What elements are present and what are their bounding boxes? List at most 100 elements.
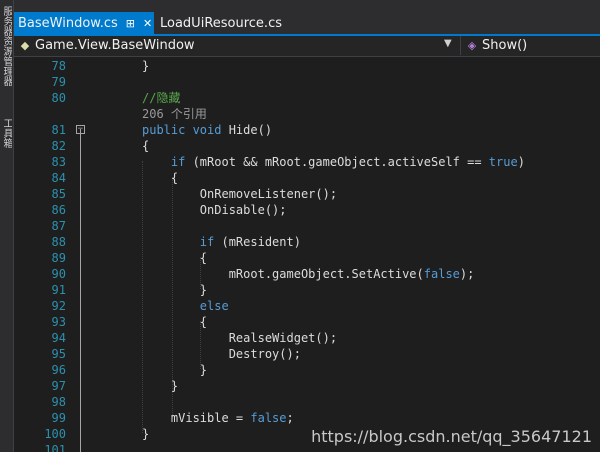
pin-icon[interactable]: ⊞ [126,17,135,30]
tab-basewindow-label: BaseWindow.cs [18,15,118,31]
code-token: (mResident) [214,235,301,249]
keyword-token: if [142,235,215,249]
line-number: 89 [51,251,66,265]
tab-loaduiresource-label: LoadUiResource.cs [160,15,282,31]
code-token: (mRoot && mRoot.gameObject.activeSelf == [185,155,489,169]
line-number: 95 [51,347,66,361]
code-text: Destroy(); [142,347,301,361]
line-number: 98 [51,395,66,409]
code-text: if (mResident) [142,234,301,250]
code-line: 86 OnDisable(); [14,202,600,218]
class-dropdown[interactable]: ◆ Game.View.BaseWindow ▼ [14,36,458,55]
code-text: mVisible = false; [142,410,294,426]
code-text: } [142,379,179,393]
code-line: 96 } [14,362,600,378]
code-text: OnRemoveListener(); [142,187,338,201]
code-text: else [142,298,229,314]
code-token: ) [517,155,525,169]
keyword-token: false [250,411,287,425]
code-comment: //隐藏 [142,91,181,105]
code-line: 78} [14,58,600,74]
keyword-token: if [142,155,186,169]
line-number: 83 [51,155,66,169]
line-number: 87 [51,219,66,233]
code-line: 99 mVisible = false; [14,410,600,426]
line-number: 99 [51,411,66,425]
member-dropdown[interactable]: ◈ Show() [460,36,600,55]
line-number: 92 [51,299,66,313]
code-text: { [142,171,179,185]
line-number: 101 [44,443,66,452]
line-number: 88 [51,235,66,249]
reference-count-line: 206 个引用 [14,106,600,122]
code-text: { [142,315,208,329]
reference-count: 206 个引用 [142,107,207,121]
code-line: 93 { [14,314,600,330]
line-number: 82 [51,139,66,153]
server-explorer-tab[interactable]: 服务器资源管理器 [1,6,12,98]
code-line: 95 Destroy(); [14,346,600,362]
keyword-token: else [142,299,229,313]
code-line: 97 } [14,378,600,394]
code-token: mVisible = [142,411,251,425]
line-number: 94 [51,331,66,345]
keyword-token: false [423,267,460,281]
tab-basewindow[interactable]: BaseWindow.cs ⊞ ✕ [14,12,154,34]
code-line: 82 { [14,138,600,154]
code-text: OnDisable(); [142,203,287,217]
code-text: { [142,251,208,265]
keyword-token: public void [142,123,222,137]
line-number: 90 [51,267,66,281]
code-token: mRoot.gameObject.SetActive( [142,267,424,281]
member-name: Show() [482,38,528,53]
line-number: 81 [51,123,66,137]
line-number: 91 [51,283,66,297]
code-editor[interactable]: 78} 79 80//隐藏 206 个引用 81− public void Hide() 8… [14,57,600,452]
code-line: 83 if (mRoot && mRoot.gameObject.activeS… [14,154,600,170]
line-number: 100 [44,427,66,441]
code-line: 98 [14,394,600,410]
line-number: 97 [51,379,66,393]
code-line: 88 if (mResident) [14,234,600,250]
line-number: 79 [51,75,66,89]
code-line: 85 OnRemoveListener(); [14,186,600,202]
code-line: 90 mRoot.gameObject.SetActive(false); [14,266,600,282]
code-line: 91 } [14,282,600,298]
close-icon[interactable]: ✕ [143,17,152,30]
code-text: } [142,363,208,377]
side-tool-strip: 服务器资源管理器 工具箱 [0,0,14,452]
navigation-bar: ◆ Game.View.BaseWindow ▼ ◈ Show() [14,36,600,57]
class-icon: ◆ [20,39,30,52]
code-text: mRoot.gameObject.SetActive(false); [142,266,475,282]
code-line: 94 RealseWidget(); [14,330,600,346]
line-number: 80 [51,91,66,105]
code-token: ); [459,267,475,281]
chevron-down-icon[interactable]: ▼ [444,38,452,49]
tab-loaduiresource[interactable]: LoadUiResource.cs [156,12,282,34]
code-line: 81 − public void Hide() [14,122,600,138]
code-line: 87 [14,218,600,234]
code-text: } [142,427,150,441]
line-number: 78 [51,59,66,73]
class-path: Game.View.BaseWindow [35,38,195,53]
line-number: 86 [51,203,66,217]
line-number: 93 [51,315,66,329]
collapse-toggle-icon[interactable]: − [76,125,85,134]
code-text: } [142,283,208,297]
line-number: 84 [51,171,66,185]
title-gap [14,0,600,12]
code-token: ; [286,411,294,425]
code-line: 80 //隐藏 [14,90,600,106]
method-icon: ◈ [467,39,477,52]
document-tab-bar: BaseWindow.cs ⊞ ✕ LoadUiResource.cs [14,12,600,34]
code-line: 89 { [14,250,600,266]
line-number: 96 [51,363,66,377]
code-line: 92 else [14,298,600,314]
line-number: 85 [51,187,66,201]
code-text: if (mRoot && mRoot.gameObject.activeSelf… [142,154,525,170]
code-text: } [142,59,150,73]
code-line: 79 [14,74,600,90]
toolbox-tab[interactable]: 工具箱 [1,118,12,158]
code-text: RealseWidget(); [142,331,338,345]
code-token: Hide() [221,123,273,137]
